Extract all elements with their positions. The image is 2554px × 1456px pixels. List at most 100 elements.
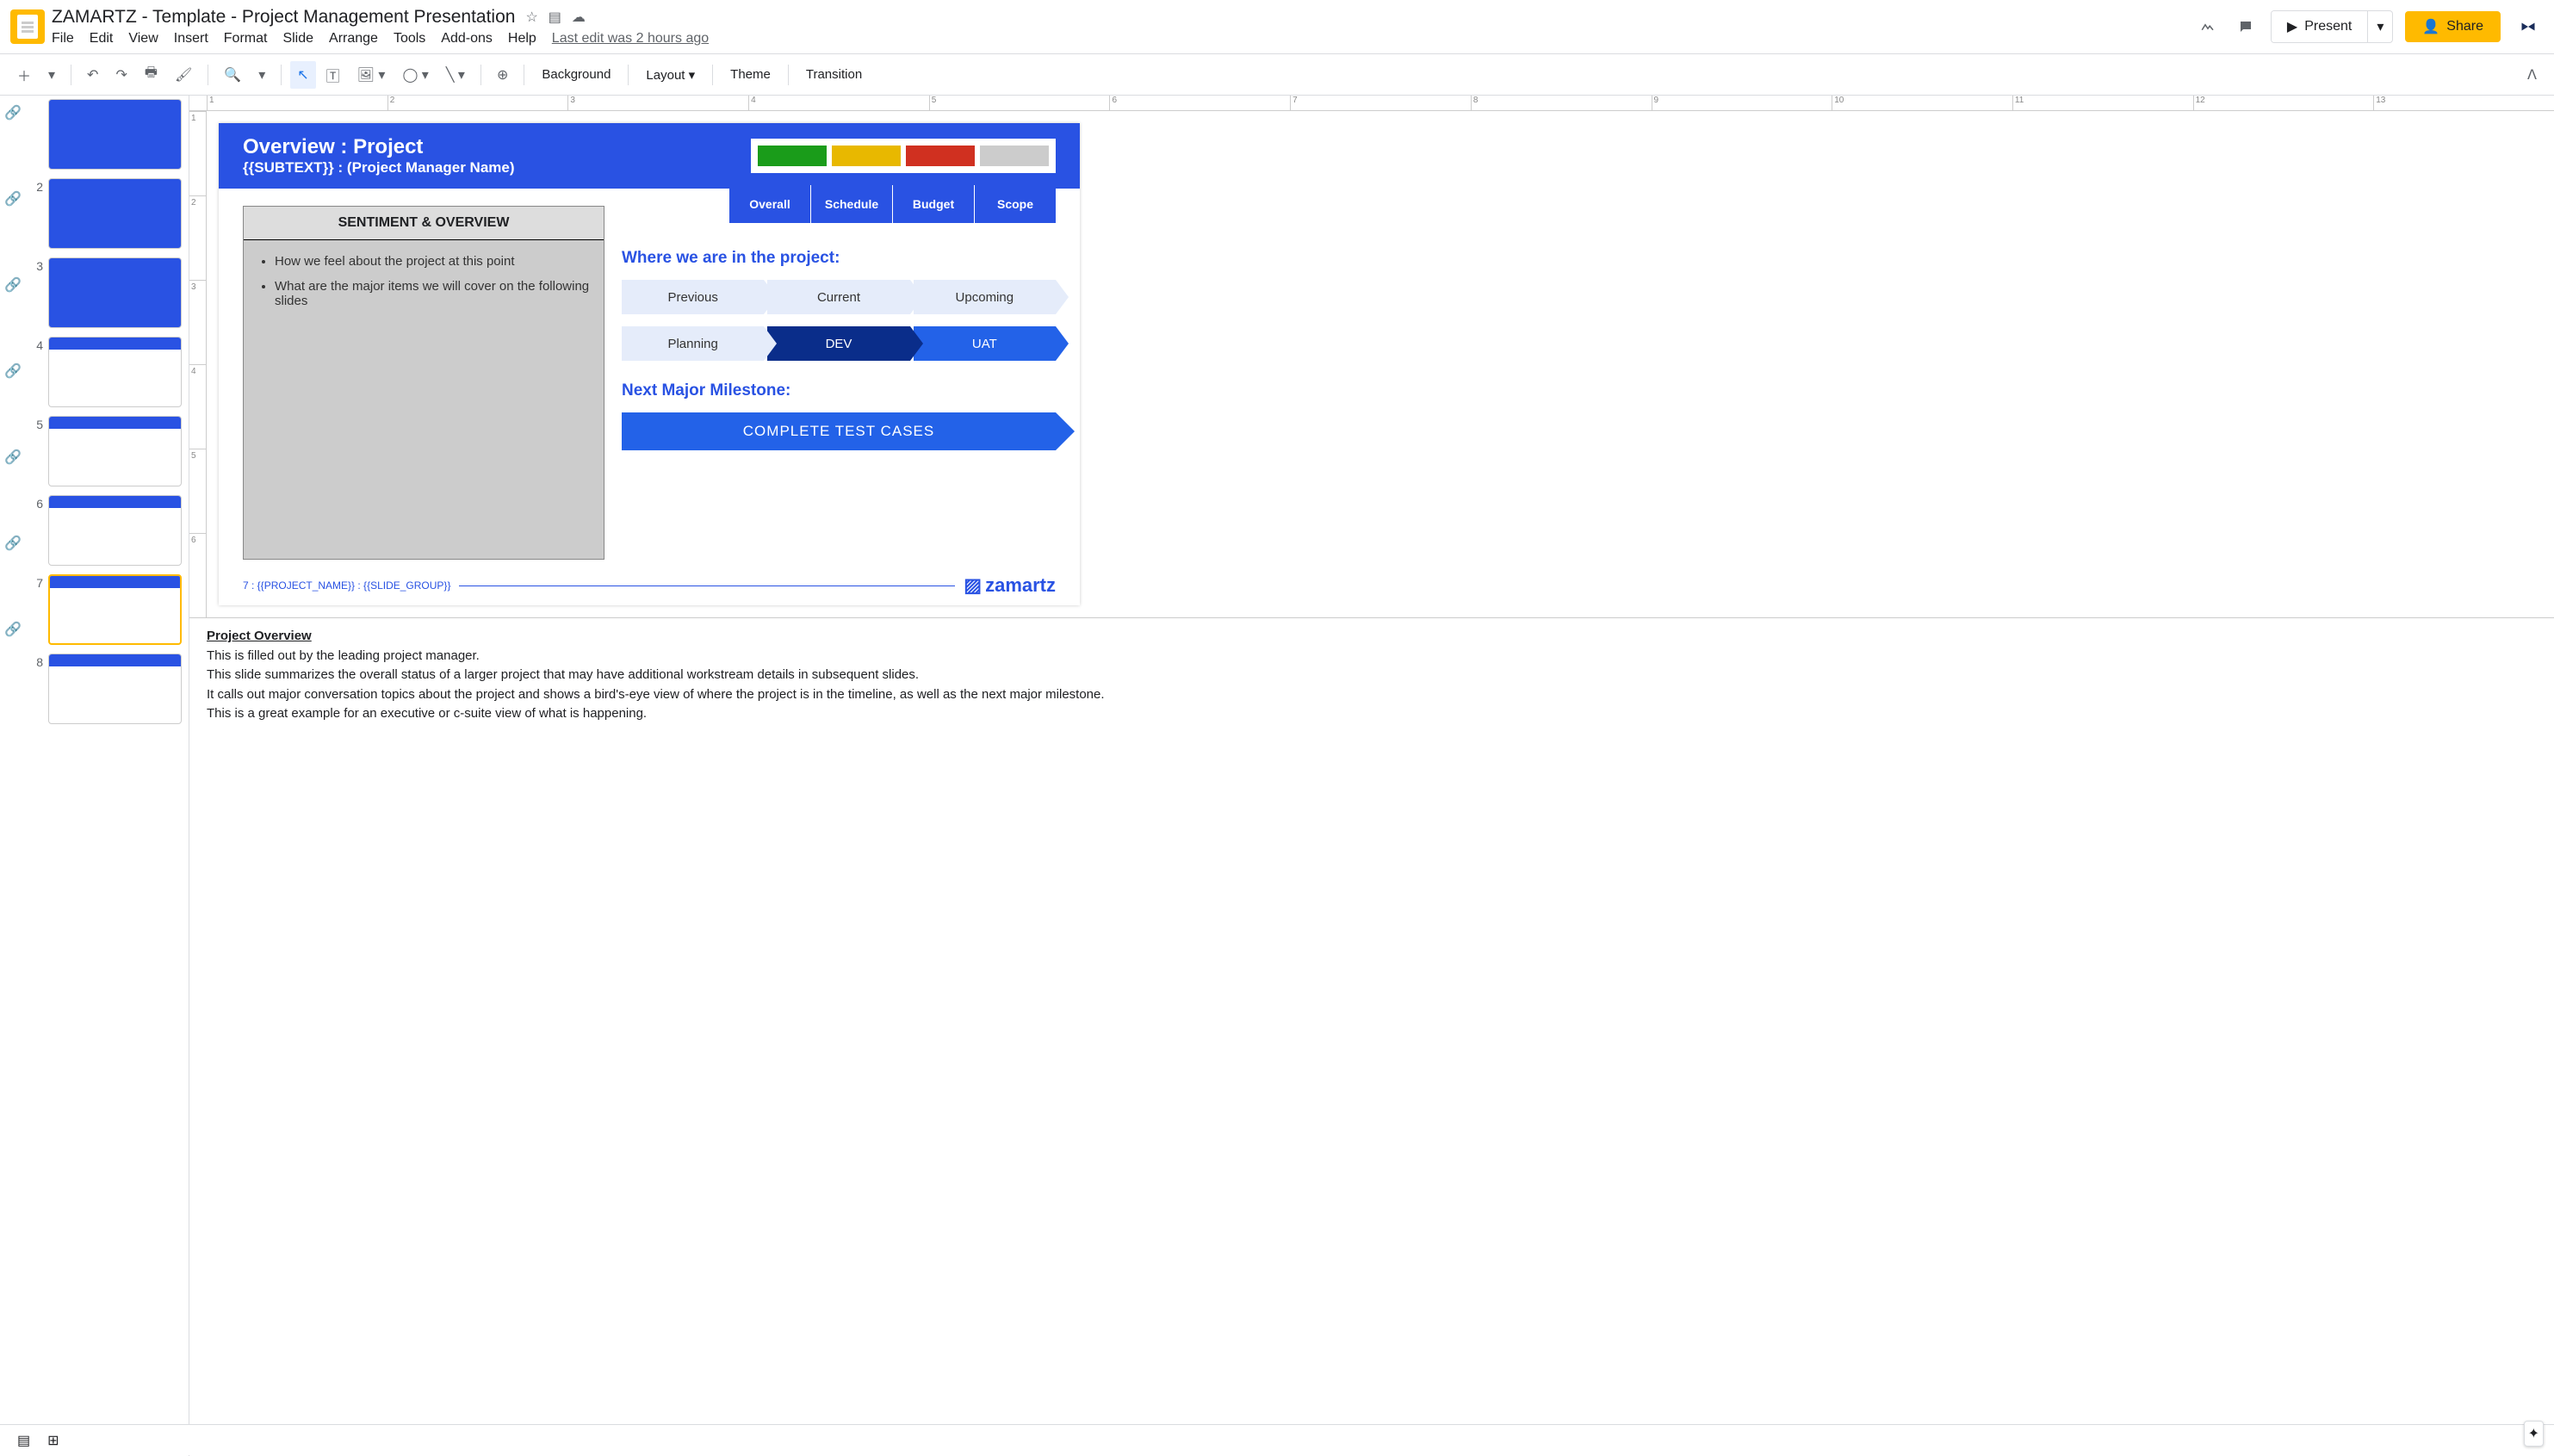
move-icon[interactable]: ▤ xyxy=(549,9,561,26)
footer-text[interactable]: 7 : {{PROJECT_NAME}} : {{SLIDE_GROUP}} xyxy=(243,579,450,592)
thumbnail-panel[interactable]: 2 3 4 5 6 7 8 xyxy=(26,96,189,1456)
zoom-button[interactable]: 🔍 xyxy=(217,61,248,89)
phase-current[interactable]: Current xyxy=(767,280,909,314)
thumbnail[interactable] xyxy=(48,495,182,566)
slide-canvas[interactable]: Overview : Project {{SUBTEXT}} : (Projec… xyxy=(219,123,1080,605)
thumbnail[interactable] xyxy=(48,178,182,249)
vertical-ruler[interactable]: 123456 xyxy=(189,111,207,617)
menu-file[interactable]: File xyxy=(52,31,74,46)
menu-format[interactable]: Format xyxy=(224,31,268,46)
slide-footer[interactable]: 7 : {{PROJECT_NAME}} : {{SLIDE_GROUP}} z… xyxy=(243,574,1056,597)
redo-button[interactable]: ↷ xyxy=(108,61,133,89)
sentiment-bullet[interactable]: What are the major items we will cover o… xyxy=(275,279,590,308)
slide-header[interactable]: Overview : Project {{SUBTEXT}} : (Projec… xyxy=(219,123,1080,189)
attachment-icon[interactable]: 🔗 xyxy=(4,276,22,294)
menu-addons[interactable]: Add-ons xyxy=(441,31,493,46)
grid-view-icon[interactable]: ⊞ xyxy=(47,1432,59,1449)
status-chip-green[interactable] xyxy=(758,146,827,166)
menu-insert[interactable]: Insert xyxy=(174,31,208,46)
attachment-icon[interactable]: 🔗 xyxy=(4,449,22,466)
status-overall[interactable]: Overall xyxy=(729,185,810,223)
status-labels[interactable]: Overall Schedule Budget Scope xyxy=(729,185,1056,223)
present-button[interactable]: ▶ Present xyxy=(2272,11,2367,42)
present-dropdown[interactable]: ▾ xyxy=(2367,11,2392,42)
phase-uat[interactable]: UAT xyxy=(914,326,1056,361)
thumbnail[interactable] xyxy=(48,416,182,486)
menu-help[interactable]: Help xyxy=(508,31,536,46)
comment-tool[interactable]: ⊕ xyxy=(490,61,515,89)
milestone-header[interactable]: Next Major Milestone: xyxy=(622,381,1056,400)
zoom-dropdown[interactable]: ▾ xyxy=(251,61,272,89)
attachment-icon[interactable]: 🔗 xyxy=(4,535,22,552)
attachment-icon[interactable]: 🔗 xyxy=(4,104,22,121)
brand-logo[interactable] xyxy=(2513,11,2544,42)
menu-bar: File Edit View Insert Format Slide Arran… xyxy=(52,31,2188,46)
star-icon[interactable]: ☆ xyxy=(525,9,537,26)
thumbnail[interactable] xyxy=(48,257,182,328)
status-schedule[interactable]: Schedule xyxy=(811,185,892,223)
theme-button[interactable]: Theme xyxy=(722,62,779,87)
select-tool[interactable]: ↖ xyxy=(290,61,315,89)
sentiment-box[interactable]: SENTIMENT & OVERVIEW How we feel about t… xyxy=(243,206,604,560)
shape-tool[interactable]: ◯ ▾ xyxy=(395,61,435,89)
slide-subtitle[interactable]: {{SUBTEXT}} : (Project Manager Name) xyxy=(243,159,515,177)
print-button[interactable]: 🖶 xyxy=(138,58,164,91)
phase-upcoming[interactable]: Upcoming xyxy=(914,280,1056,314)
milestone-chevron[interactable]: COMPLETE TEST CASES xyxy=(622,412,1056,450)
status-chip-red[interactable] xyxy=(906,146,975,166)
activity-icon[interactable] xyxy=(2195,14,2221,40)
phase-planning[interactable]: Planning xyxy=(622,326,764,361)
menu-slide[interactable]: Slide xyxy=(282,31,313,46)
status-chip-yellow[interactable] xyxy=(832,146,901,166)
comment-icon[interactable] xyxy=(2233,14,2259,40)
line-tool[interactable]: ╲ ▾ xyxy=(439,61,472,89)
thumbnail[interactable] xyxy=(48,99,182,170)
new-slide-dropdown[interactable]: ▾ xyxy=(41,61,62,89)
layout-button[interactable]: Layout ▾ xyxy=(637,62,704,88)
document-title[interactable]: ZAMARTZ - Template - Project Management … xyxy=(52,7,515,28)
sentiment-body[interactable]: How we feel about the project at this po… xyxy=(244,240,604,559)
where-header[interactable]: Where we are in the project: xyxy=(622,249,1056,268)
slide-title[interactable]: Overview : Project xyxy=(243,135,515,159)
paint-format-button[interactable]: 🖌 xyxy=(168,61,199,89)
sentiment-header[interactable]: SENTIMENT & OVERVIEW xyxy=(244,207,604,240)
attachment-icon[interactable]: 🔗 xyxy=(4,362,22,380)
collapse-toolbar-icon[interactable]: ᐱ xyxy=(2520,61,2544,89)
horizontal-ruler[interactable]: 12345678910111213 xyxy=(189,96,2554,111)
slides-logo[interactable] xyxy=(10,9,45,44)
thumbnail-selected[interactable] xyxy=(48,574,182,645)
notes-line[interactable]: This is a great example for an executive… xyxy=(207,704,2537,721)
zamartz-logo[interactable]: zamartz xyxy=(964,574,1056,597)
menu-edit[interactable]: Edit xyxy=(90,31,114,46)
filmstrip-view-icon[interactable]: ▤ xyxy=(17,1432,30,1449)
undo-button[interactable]: ↶ xyxy=(80,61,105,89)
notes-line[interactable]: It calls out major conversation topics a… xyxy=(207,685,2537,705)
new-slide-button[interactable]: ＋ xyxy=(10,59,38,90)
menu-tools[interactable]: Tools xyxy=(394,31,425,46)
background-button[interactable]: Background xyxy=(533,62,619,87)
speaker-notes[interactable]: Project Overview This is filled out by t… xyxy=(189,617,2554,721)
cloud-icon[interactable]: ☁ xyxy=(572,9,586,26)
menu-view[interactable]: View xyxy=(128,31,158,46)
textbox-tool[interactable]: 🅃 xyxy=(319,59,347,90)
attachment-icon[interactable]: 🔗 xyxy=(4,621,22,638)
thumbnail[interactable] xyxy=(48,654,182,724)
phase-dev[interactable]: DEV xyxy=(767,326,909,361)
thumbnail[interactable] xyxy=(48,337,182,407)
attachment-icon[interactable]: 🔗 xyxy=(4,190,22,208)
transition-button[interactable]: Transition xyxy=(797,62,871,87)
last-edit-link[interactable]: Last edit was 2 hours ago xyxy=(552,31,709,46)
notes-line[interactable]: This slide summarizes the overall status… xyxy=(207,666,2537,685)
image-tool[interactable]: 🖼 ▾ xyxy=(350,61,393,89)
explore-button[interactable]: ✦ xyxy=(2524,1421,2544,1447)
status-budget[interactable]: Budget xyxy=(893,185,974,223)
status-scope[interactable]: Scope xyxy=(975,185,1056,223)
status-chip-gray[interactable] xyxy=(980,146,1049,166)
sentiment-bullet[interactable]: How we feel about the project at this po… xyxy=(275,254,590,269)
phase-previous[interactable]: Previous xyxy=(622,280,764,314)
notes-line[interactable]: This is filled out by the leading projec… xyxy=(207,647,2537,666)
notes-title[interactable]: Project Overview xyxy=(207,627,2537,647)
share-button[interactable]: 👤 Share xyxy=(2405,11,2501,42)
status-chips[interactable] xyxy=(751,139,1056,173)
menu-arrange[interactable]: Arrange xyxy=(329,31,378,46)
